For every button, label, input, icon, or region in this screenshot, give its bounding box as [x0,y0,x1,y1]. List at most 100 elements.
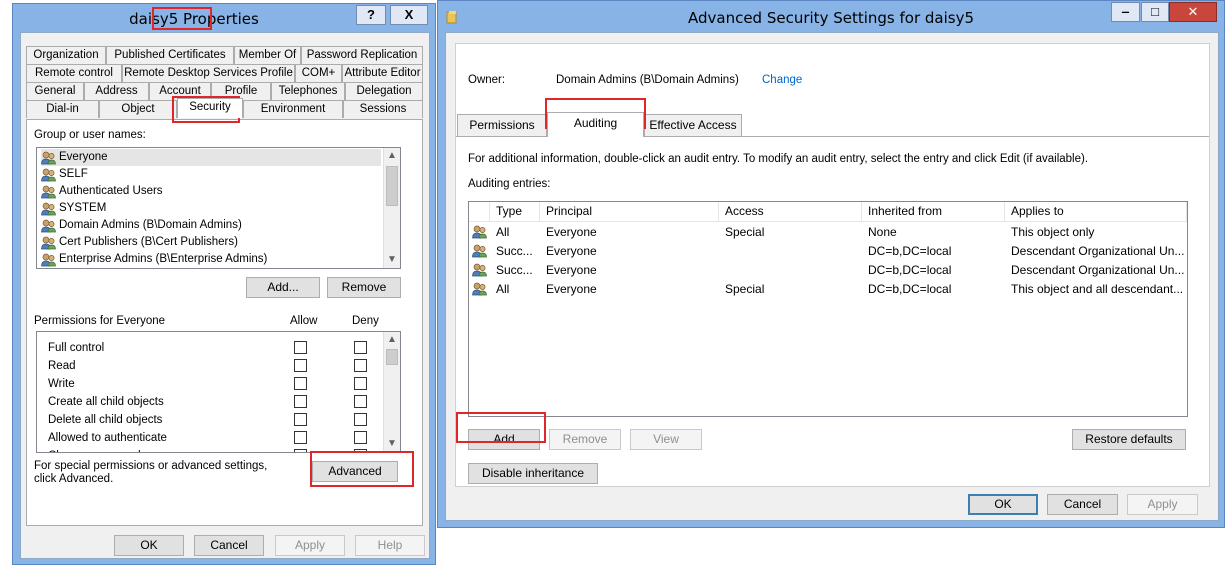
view-audit-button[interactable]: View [630,429,702,450]
tab-dial-in[interactable]: Dial-in [26,100,99,118]
allow-checkbox[interactable] [294,377,307,390]
deny-checkbox[interactable] [354,377,367,390]
restore-defaults-button[interactable]: Restore defaults [1072,429,1186,450]
allow-checkbox[interactable] [294,341,307,354]
scroll-up-icon[interactable]: ▲ [384,332,400,348]
add-user-button[interactable]: Add... [246,277,320,298]
remove-user-button[interactable]: Remove [327,277,401,298]
help-caption-button[interactable]: ? [356,5,386,25]
audit-entry-row[interactable]: Succ... Everyone DC=b,DC=local Descendant O… [469,242,1187,261]
tab-object[interactable]: Object [99,100,177,118]
user-list-item[interactable]: SELF [41,166,381,183]
cell-inherited-from: DC=b,DC=local [868,244,952,258]
tab-security[interactable]: Security [177,98,243,118]
tab-general[interactable]: General [26,82,84,100]
scroll-down-icon[interactable]: ▼ [384,252,400,268]
cell-principal: Everyone [546,282,597,296]
user-list-item[interactable]: Domain Admins (B\Domain Admins) [41,217,381,234]
special-permissions-text: For special permissions or advanced sett… [34,460,268,485]
scroll-down-icon[interactable]: ▼ [384,436,400,452]
close-button[interactable]: ✕ [1169,2,1217,22]
audit-entry-row[interactable]: Succ... Everyone DC=b,DC=local Descendant O… [469,261,1187,280]
user-list-item[interactable]: Everyone [41,149,381,166]
column-header-applies-to[interactable]: Applies to [1005,202,1187,222]
scroll-thumb[interactable] [386,166,398,206]
allow-checkbox[interactable] [294,395,307,408]
tab-sessions[interactable]: Sessions [343,100,423,118]
deny-checkbox[interactable] [354,359,367,372]
tab-permissions[interactable]: Permissions [457,114,547,137]
cell-applies-to: Descendant Organizational Un... [1011,263,1185,277]
help-button[interactable]: Help [355,535,425,556]
maximize-button[interactable]: □ [1141,2,1169,22]
allow-checkbox[interactable] [294,413,307,426]
add-audit-button[interactable]: Add [468,429,540,450]
permission-label: Change password [48,447,141,452]
remove-audit-button[interactable]: Remove [549,429,621,450]
deny-checkbox[interactable] [354,341,367,354]
tab-password-replication[interactable]: Password Replication [301,46,423,64]
tab-delegation[interactable]: Delegation [345,82,423,100]
column-header-type[interactable]: Type [490,202,540,222]
cell-inherited-from: DC=b,DC=local [868,263,952,277]
auditing-entries-table[interactable]: Type Principal Access Inherited from App… [468,201,1188,417]
deny-checkbox[interactable] [354,413,367,426]
tab-remote-desktop-services-profile[interactable]: Remote Desktop Services Profile [122,64,295,82]
tab-effective-access[interactable]: Effective Access [644,114,742,137]
column-header-inherited-from[interactable]: Inherited from [862,202,1005,222]
cancel-button[interactable]: Cancel [1047,494,1118,515]
column-header-access[interactable]: Access [719,202,862,222]
apply-button[interactable]: Apply [275,535,345,556]
allow-checkbox[interactable] [294,449,307,452]
scroll-thumb[interactable] [386,349,398,365]
deny-checkbox[interactable] [354,431,367,444]
user-list-item[interactable]: Enterprise Admins (B\Enterprise Admins) [41,251,381,268]
user-group-icon [41,185,56,199]
column-header-principal[interactable]: Principal [540,202,719,222]
minimize-button[interactable]: ‒ [1111,2,1140,22]
tab-environment[interactable]: Environment [243,100,343,118]
disable-inheritance-button[interactable]: Disable inheritance [468,463,598,484]
tab-organization[interactable]: Organization [26,46,106,64]
advanced-button[interactable]: Advanced [312,461,398,482]
tab-auditing[interactable]: Auditing [547,112,644,137]
change-owner-link[interactable]: Change [762,74,802,86]
close-caption-button[interactable]: X [390,5,428,25]
permission-label: Delete all child objects [48,414,163,426]
permissions-scrollbar[interactable]: ▲ ▼ [383,332,400,452]
audit-entry-row[interactable]: All Everyone Special DC=b,DC=local This obje… [469,280,1187,299]
ok-button[interactable]: OK [968,494,1038,515]
tab-published-certificates[interactable]: Published Certificates [106,46,234,64]
properties-dialog: daisy5 Properties ? X Organization Publi… [12,3,436,565]
tab-remote-control[interactable]: Remote control [26,64,122,82]
allow-column-header: Allow [290,315,318,327]
audit-entry-row[interactable]: All Everyone Special None This object only [469,223,1187,242]
user-list-item[interactable]: SYSTEM [41,200,381,217]
apply-button[interactable]: Apply [1127,494,1198,515]
user-group-icon [41,253,56,267]
user-list-item[interactable]: Authenticated Users [41,183,381,200]
allow-checkbox[interactable] [294,359,307,372]
tab-com-plus[interactable]: COM+ [295,64,342,82]
principal-group-icon [472,244,487,258]
tab-attribute-editor[interactable]: Attribute Editor [342,64,423,82]
deny-checkbox[interactable] [354,449,367,452]
scroll-up-icon[interactable]: ▲ [384,148,400,164]
minimize-icon: ‒ [1121,4,1130,19]
allow-checkbox[interactable] [294,431,307,444]
tab-member-of[interactable]: Member Of [234,46,301,64]
auditing-tab-panel: For additional information, double-click… [456,136,1209,486]
cell-applies-to: This object only [1011,225,1095,239]
user-group-icon [41,151,56,165]
cancel-button[interactable]: Cancel [194,535,264,556]
deny-checkbox[interactable] [354,395,367,408]
ok-button[interactable]: OK [114,535,184,556]
column-header-icon [469,202,490,222]
tab-address[interactable]: Address [84,82,149,100]
users-listbox[interactable]: Everyone SELF Authenticated Users SYSTEM Dom… [36,147,401,269]
cell-applies-to: Descendant Organizational Un... [1011,244,1185,258]
user-list-item[interactable]: Cert Publishers (B\Cert Publishers) [41,234,381,251]
deny-column-header: Deny [352,315,379,327]
users-scrollbar[interactable]: ▲ ▼ [383,148,400,268]
tab-telephones[interactable]: Telephones [271,82,345,100]
